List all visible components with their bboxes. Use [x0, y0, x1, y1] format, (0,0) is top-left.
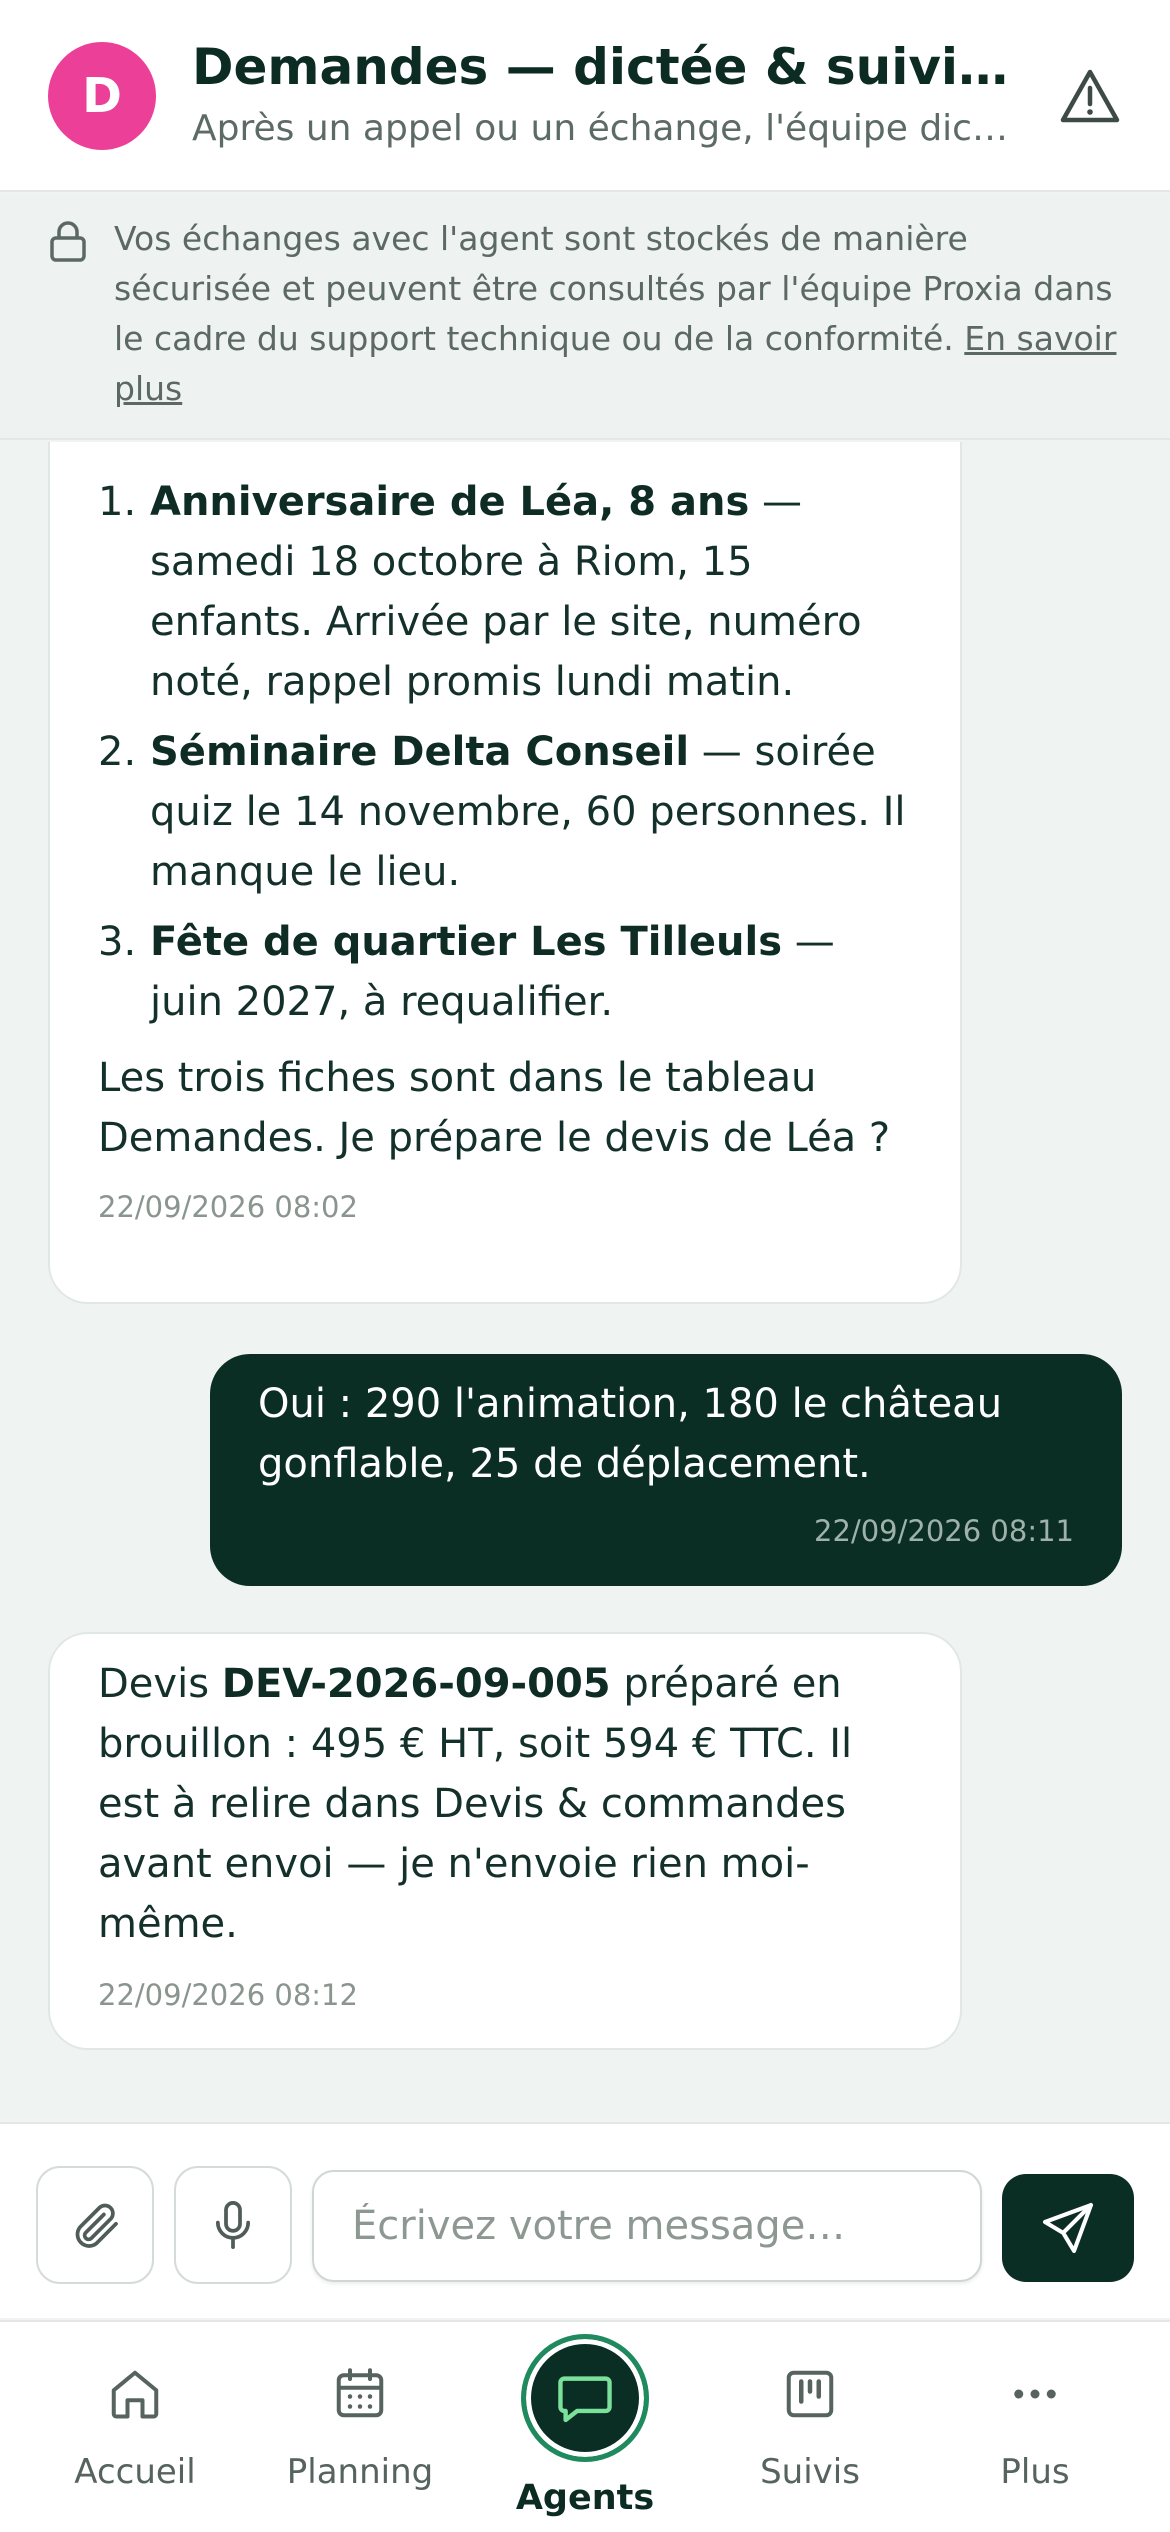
send-icon — [1042, 2202, 1094, 2254]
agent-message: 1. Anniversaire de Léa, 8 ans — samedi 18… — [48, 442, 962, 1304]
list-number: 3. — [98, 919, 137, 965]
notice-body: Vos échanges avec l'agent sont stockés d… — [114, 219, 1113, 358]
message-timestamp: 22/09/2026 08:02 — [98, 1190, 358, 1224]
message-text: Les trois fiches sont dans le tableau De… — [98, 1055, 891, 1161]
attach-button[interactable] — [36, 2166, 154, 2284]
message-text: Devis DEV-2026-09-005 préparé en brouill… — [98, 1654, 912, 1954]
warning-icon — [1060, 69, 1120, 123]
kanban-icon — [786, 2370, 834, 2418]
message-text-part: Devis — [98, 1661, 222, 1707]
conversation-title: Demandes — dictée & suivi … — [192, 38, 1012, 96]
home-icon — [111, 2370, 159, 2419]
list-item: 1. Anniversaire de Léa, 8 ans — samedi 18… — [98, 472, 912, 712]
list-item-title: Fête de quartier Les Tilleuls — [150, 919, 783, 965]
list-item-title: Anniversaire de Léa, 8 ans — [150, 479, 750, 525]
message-text: Oui : 290 l'animation, 180 le château go… — [258, 1381, 1003, 1487]
list-item-title: Séminaire Delta Conseil — [150, 729, 690, 775]
message-composer — [0, 2122, 1170, 2318]
request-list: 1. Anniversaire de Léa, 8 ans — samedi 18… — [98, 472, 912, 1032]
message-input[interactable] — [312, 2170, 982, 2282]
message-list[interactable]: 1. Anniversaire de Léa, 8 ans — samedi 18… — [0, 442, 1170, 2122]
agent-avatar: D — [48, 42, 156, 150]
more-dots-icon — [1014, 2389, 1056, 2399]
nav-label: Planning — [286, 2452, 434, 2492]
nav-item-suivis[interactable]: Suivis — [710, 2322, 910, 2532]
microphone-icon — [215, 2200, 251, 2250]
nav-label: Accueil — [74, 2452, 196, 2492]
nav-label: Suivis — [760, 2452, 860, 2492]
list-number: 1. — [98, 479, 137, 525]
nav-item-agents[interactable]: Agents — [485, 2322, 685, 2532]
privacy-notice: Vos échanges avec l'agent sont stockés d… — [0, 194, 1170, 440]
agent-message: Devis DEV-2026-09-005 préparé en brouill… — [48, 1632, 962, 2050]
list-number: 2. — [98, 729, 137, 775]
send-button[interactable] — [1002, 2174, 1134, 2282]
list-item: 3. Fête de quartier Les Tilleuls — juin 2… — [98, 912, 912, 1032]
microphone-button[interactable] — [174, 2166, 292, 2284]
nav-item-planning[interactable]: Planning — [260, 2322, 460, 2532]
quote-reference: DEV-2026-09-005 — [221, 1661, 611, 1707]
paperclip-icon — [75, 2203, 118, 2248]
nav-label-active: Agents — [515, 2478, 655, 2518]
message-timestamp: 22/09/2026 08:12 — [98, 1978, 358, 2012]
nav-item-plus[interactable]: Plus — [935, 2322, 1135, 2532]
message-timestamp: 22/09/2026 08:11 — [814, 1514, 1074, 1548]
nav-item-accueil[interactable]: Accueil — [35, 2322, 235, 2532]
conversation-subtitle: Après un appel ou un échange, l'équipe d… — [192, 108, 1022, 149]
chat-bubble-icon — [558, 2376, 612, 2423]
agents-active-indicator — [521, 2334, 649, 2462]
user-message: Oui : 290 l'animation, 180 le château go… — [210, 1354, 1122, 1586]
nav-label: Plus — [1000, 2452, 1070, 2492]
privacy-notice-text: Vos échanges avec l'agent sont stockés d… — [114, 214, 1134, 414]
bottom-navigation: Accueil Planning Agents Suivis Plus — [0, 2320, 1170, 2532]
list-item: 2. Séminaire Delta Conseil — soirée quiz … — [98, 722, 912, 902]
calendar-icon — [336, 2368, 384, 2418]
chat-header: D Demandes — dictée & suivi … Après un a… — [0, 0, 1170, 192]
lock-icon — [50, 221, 86, 262]
report-button[interactable] — [1052, 62, 1128, 132]
